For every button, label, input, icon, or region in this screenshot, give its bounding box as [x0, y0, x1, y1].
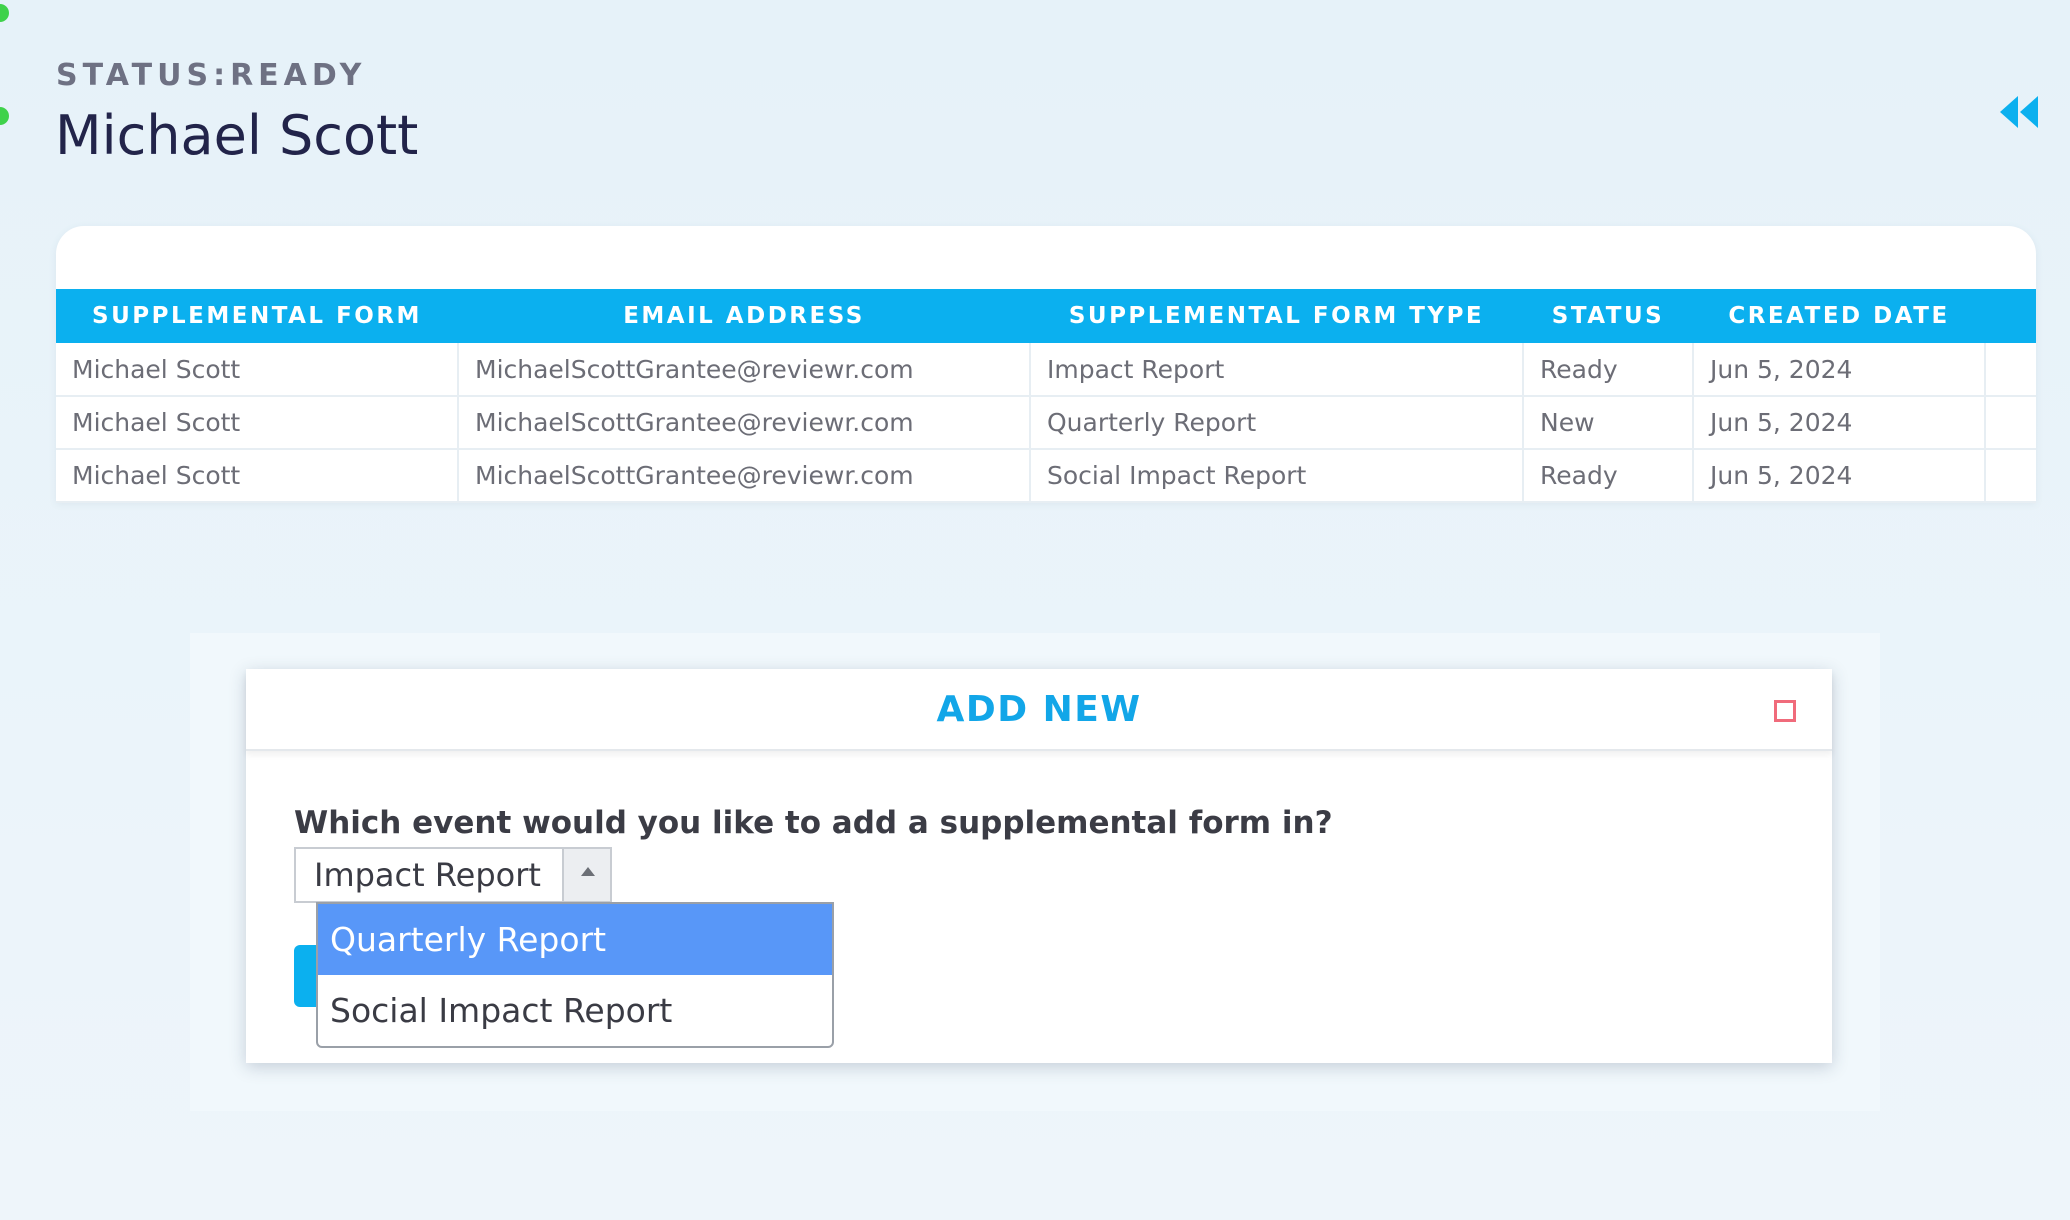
add-new-modal: ADD NEW Which event would you like to ad…	[246, 669, 1832, 1063]
cell-form: Michael Scott	[56, 449, 459, 503]
table-header-row: SUPPLEMENTAL FORM EMAIL ADDRESS SUPPLEME…	[56, 289, 2036, 343]
column-header[interactable]: SUPPLEMENTAL FORM	[56, 289, 458, 343]
cell-email: MichaelScottGrantee@reviewr.com	[458, 343, 1031, 397]
dropdown-option-quarterly-report[interactable]: Quarterly Report	[318, 904, 832, 975]
forms-table-card: SUPPLEMENTAL FORM EMAIL ADDRESS SUPPLEME…	[56, 226, 2036, 503]
dropdown-option-social-impact-report[interactable]: Social Impact Report	[318, 975, 832, 1046]
event-dropdown-list: Quarterly Report Social Impact Report	[316, 902, 834, 1048]
cell-email: MichaelScottGrantee@reviewr.com	[458, 449, 1031, 503]
event-question: Which event would you like to add a supp…	[294, 805, 1333, 841]
cell-email: MichaelScottGrantee@reviewr.com	[458, 396, 1031, 450]
select-value: Impact Report	[314, 856, 541, 894]
page-title: Michael Scott	[55, 104, 419, 167]
cell-date: Jun 5, 2024	[1693, 396, 1986, 450]
modal-header: ADD NEW	[246, 669, 1832, 751]
column-header[interactable]: CREATED DATE	[1693, 289, 1985, 343]
column-header[interactable]: SUPPLEMENTAL FORM TYPE	[1030, 289, 1523, 343]
cell-type: Impact Report	[1030, 343, 1524, 397]
cell-status: New	[1523, 396, 1694, 450]
status-line: STATUS:READY	[56, 58, 366, 93]
close-icon[interactable]	[1774, 700, 1796, 722]
cell-form: Michael Scott	[56, 396, 459, 450]
column-header[interactable]: EMAIL ADDRESS	[458, 289, 1030, 343]
modal-title: ADD NEW	[936, 688, 1142, 730]
status-dot	[0, 107, 9, 125]
table-row[interactable]: Michael Scott MichaelScottGrantee@review…	[56, 343, 2036, 397]
cell-form: Michael Scott	[56, 343, 459, 397]
double-chevron-left-icon[interactable]	[1998, 94, 2040, 130]
table-row[interactable]: Michael Scott MichaelScottGrantee@review…	[56, 396, 2036, 450]
column-header[interactable]: STATUS	[1523, 289, 1693, 343]
event-select[interactable]: Impact Report	[294, 847, 612, 903]
cell-type: Quarterly Report	[1030, 396, 1524, 450]
status-label: STATUS	[56, 58, 214, 93]
cell-status: Ready	[1523, 449, 1694, 503]
cell-status: Ready	[1523, 343, 1694, 397]
column-header-empty	[1985, 289, 2036, 343]
cell-actions	[1985, 343, 2036, 397]
status-value: READY	[230, 58, 367, 93]
cell-type: Social Impact Report	[1030, 449, 1524, 503]
caret-up-icon[interactable]	[562, 849, 610, 901]
supplemental-forms-table: SUPPLEMENTAL FORM EMAIL ADDRESS SUPPLEME…	[56, 289, 2036, 503]
status-dot	[0, 4, 9, 22]
cell-actions	[1985, 396, 2036, 450]
cell-date: Jun 5, 2024	[1693, 343, 1986, 397]
cell-actions	[1985, 449, 2036, 503]
table-row[interactable]: Michael Scott MichaelScottGrantee@review…	[56, 449, 2036, 503]
status-separator: :	[213, 58, 231, 93]
cell-date: Jun 5, 2024	[1693, 449, 1986, 503]
